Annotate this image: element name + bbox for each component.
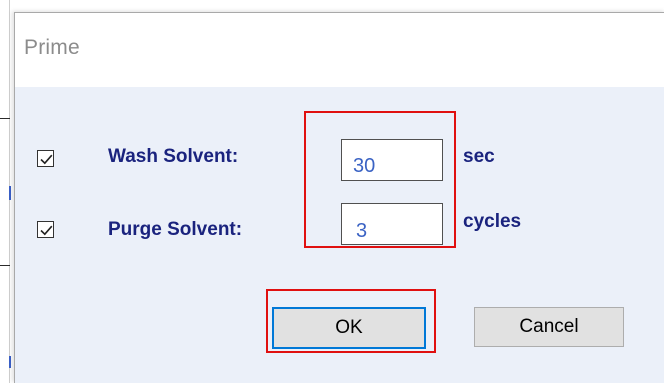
purge-solvent-label: Purge Solvent: — [108, 219, 243, 240]
background-axis-tick — [0, 118, 10, 119]
checkmark-icon — [40, 225, 53, 236]
dialog-body: Wash Solvent: 30 sec Purge Solvent: 3 cy… — [15, 87, 664, 383]
wash-solvent-input[interactable]: 30 — [341, 139, 443, 181]
background-plot-mark — [9, 356, 11, 368]
wash-solvent-label: Wash Solvent: — [108, 146, 239, 167]
dialog-title: Prime — [24, 36, 80, 59]
purge-solvent-checkbox[interactable] — [37, 221, 54, 238]
wash-solvent-checkbox[interactable] — [37, 150, 54, 167]
cancel-button[interactable]: Cancel — [474, 307, 624, 347]
ok-button[interactable]: OK — [272, 307, 426, 349]
prime-dialog: Prime Wash Solvent: 30 sec Purge Solvent… — [14, 12, 664, 383]
wash-solvent-value: 30 — [353, 155, 376, 177]
wash-solvent-unit: sec — [463, 146, 495, 167]
purge-solvent-unit: cycles — [463, 211, 522, 232]
purge-solvent-value: 3 — [356, 220, 368, 242]
background-axis-tick — [0, 265, 10, 266]
checkmark-icon — [40, 154, 53, 165]
purge-solvent-input[interactable]: 3 — [341, 203, 443, 245]
screenshot-stage: Prime Wash Solvent: 30 sec Purge Solvent… — [0, 0, 664, 383]
dialog-titlebar[interactable]: Prime — [15, 13, 664, 87]
background-plot-mark — [9, 186, 11, 200]
